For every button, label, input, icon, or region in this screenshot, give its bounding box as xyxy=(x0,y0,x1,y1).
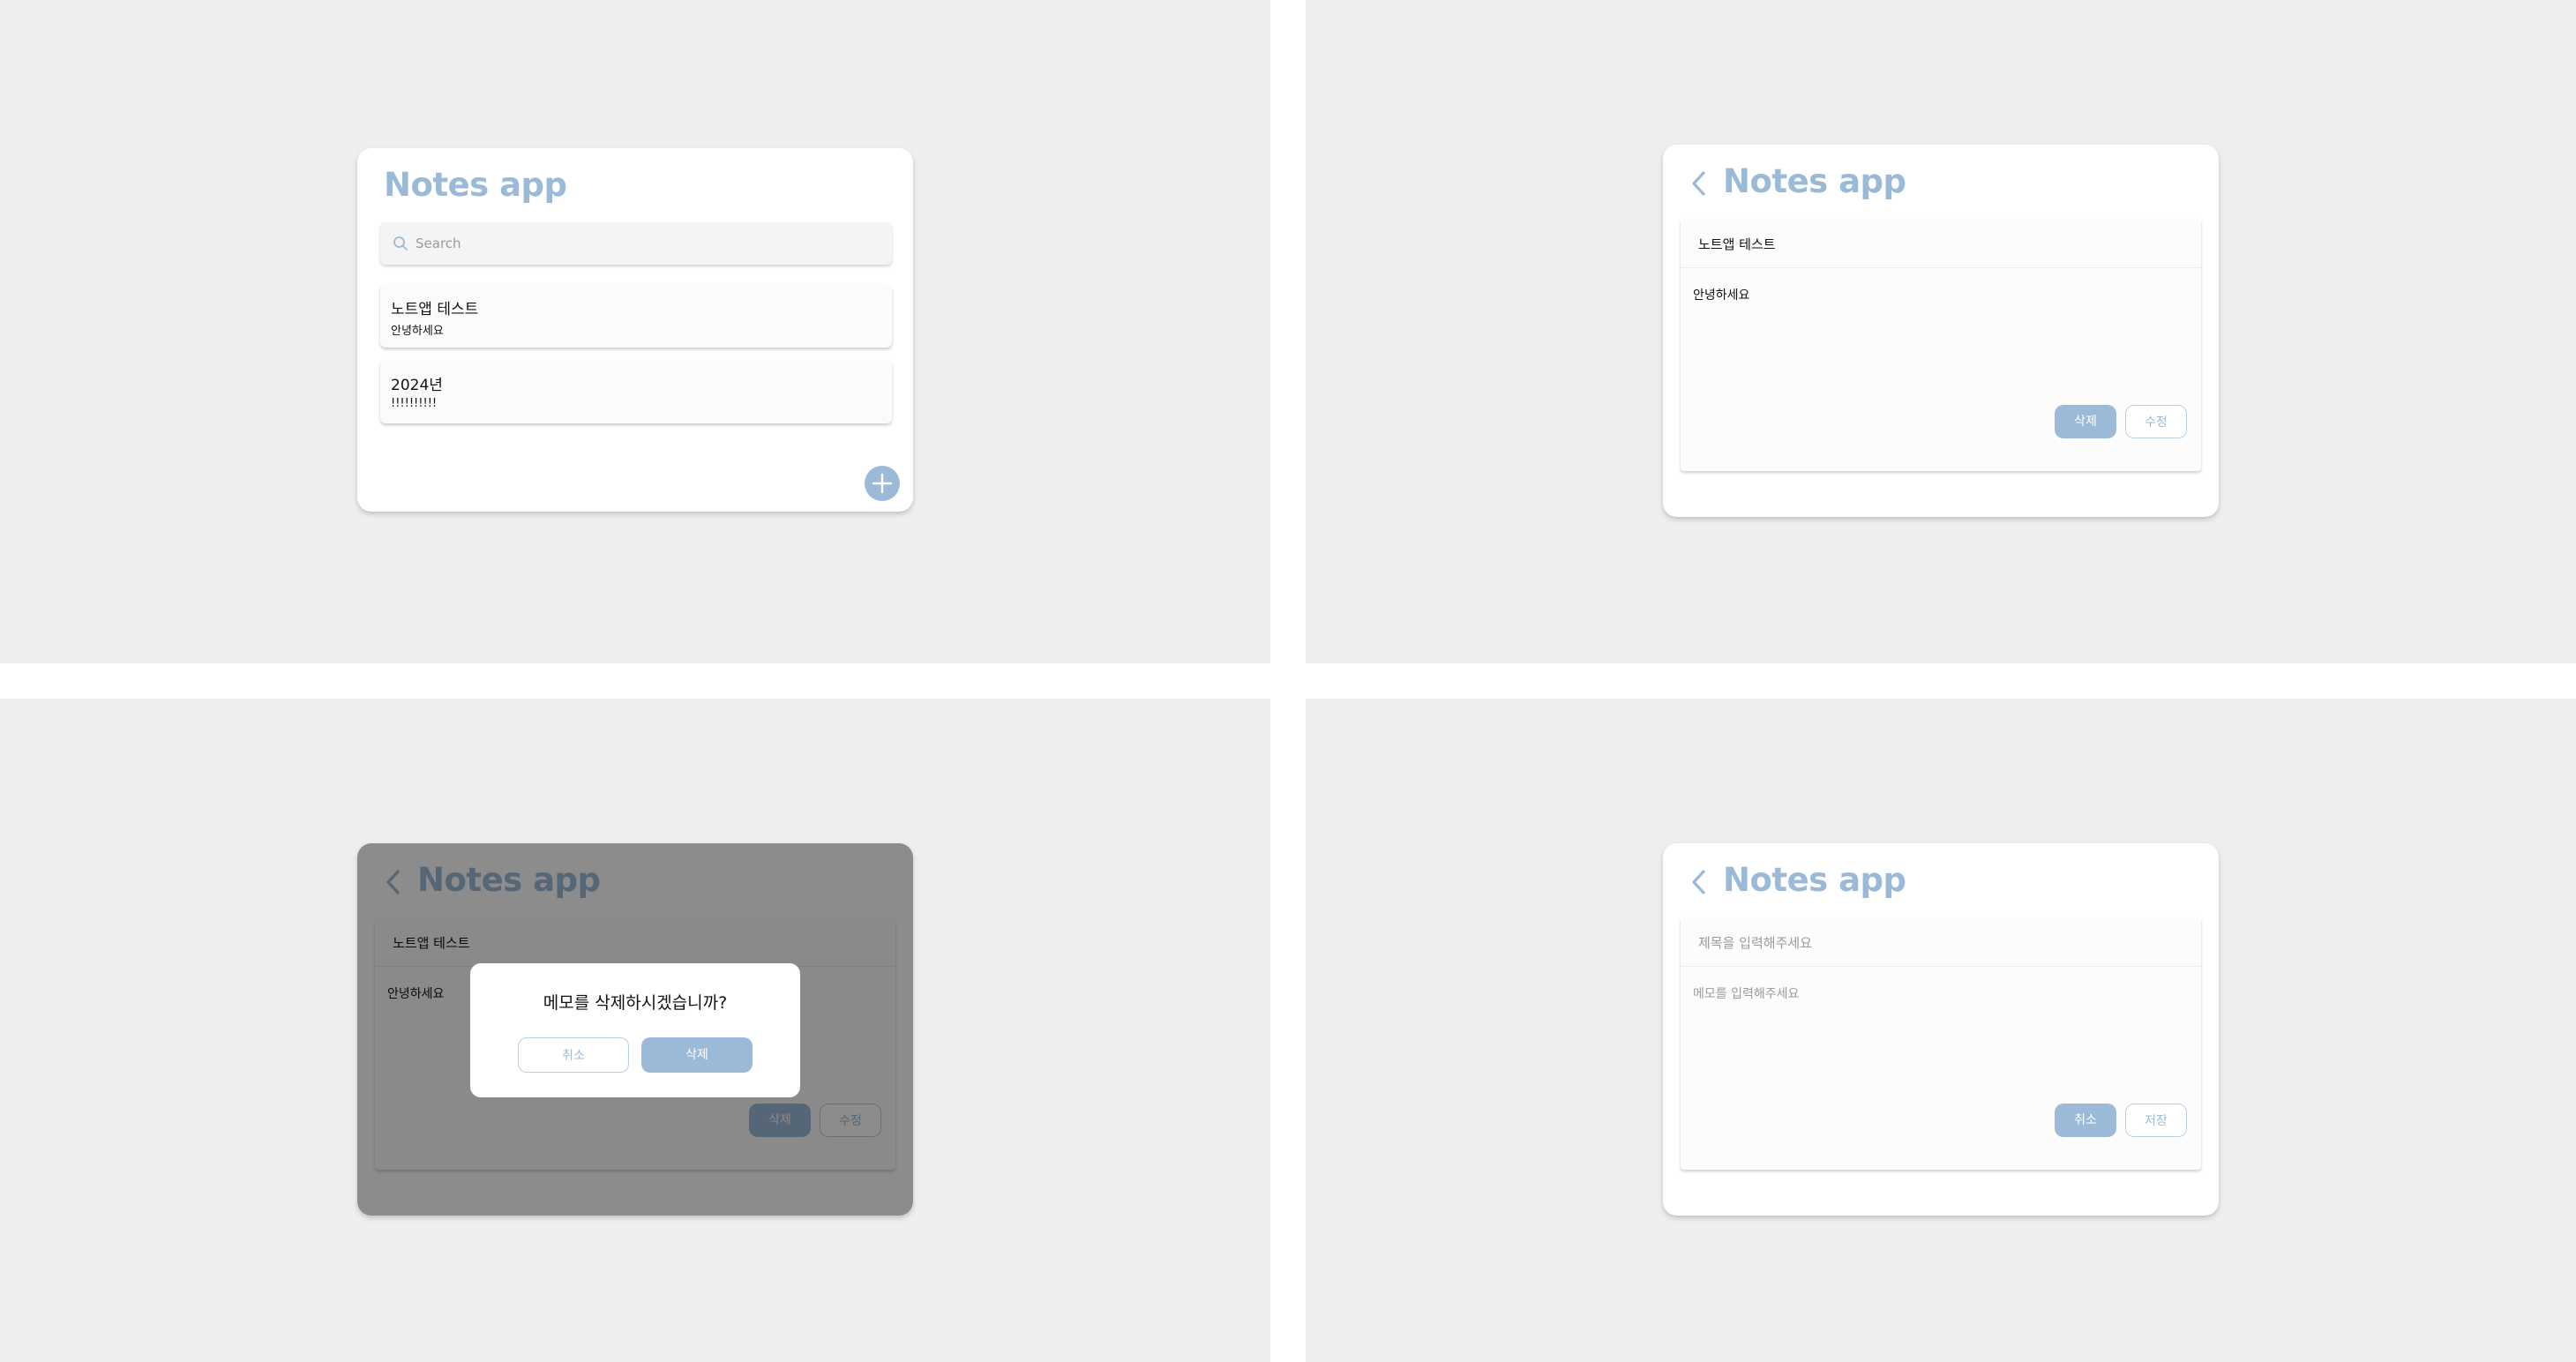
note-editor-card: Notes app 제목을 입력해주세요 메모를 입력해주세요 취소 저장 xyxy=(1663,843,2219,1216)
body-input[interactable]: 메모를 입력해주세요 xyxy=(1693,984,1799,1002)
search-bar[interactable] xyxy=(380,222,892,265)
notes-list-card: Notes app 노트앱 테스트 안녕하세요 2024년 !!!!!!!!!! xyxy=(357,148,913,512)
app-title: Notes app xyxy=(384,166,567,204)
note-detail-card: Notes app 노트앱 테스트 안녕하세요 삭제 수정 메모를 삭제하시겠습… xyxy=(357,843,913,1216)
save-button[interactable]: 저장 xyxy=(2125,1104,2187,1137)
note-editor-panel: 제목을 입력해주세요 메모를 입력해주세요 취소 저장 xyxy=(1681,917,2201,1170)
confirm-delete-button[interactable]: 삭제 xyxy=(641,1037,753,1073)
cancel-button[interactable]: 취소 xyxy=(2055,1104,2116,1137)
note-list-item[interactable]: 노트앱 테스트 안녕하세요 xyxy=(380,284,892,348)
title-input[interactable]: 제목을 입력해주세요 xyxy=(1698,933,1812,952)
detail-screen-panel: Notes app 노트앱 테스트 안녕하세요 삭제 수정 xyxy=(1306,0,2576,663)
confirm-message: 메모를 삭제하시겠습니까? xyxy=(543,993,728,1013)
note-title-row: 노트앱 테스트 xyxy=(1681,219,2201,268)
back-chevron-icon[interactable] xyxy=(1688,867,1711,897)
list-screen-panel: Notes app 노트앱 테스트 안녕하세요 2024년 !!!!!!!!!! xyxy=(0,0,1270,663)
note-title: 2024년 xyxy=(391,377,443,394)
create-screen-panel: Notes app 제목을 입력해주세요 메모를 입력해주세요 취소 저장 xyxy=(1306,699,2576,1362)
title-input-row: 제목을 입력해주세요 xyxy=(1681,917,2201,967)
note-preview: 안녕하세요 xyxy=(391,325,444,338)
plus-icon xyxy=(872,473,893,494)
note-preview: !!!!!!!!!! xyxy=(391,397,438,410)
edit-button[interactable]: 수정 xyxy=(2125,405,2187,438)
delete-button[interactable]: 삭제 xyxy=(2055,405,2116,438)
note-list-item[interactable]: 2024년 !!!!!!!!!! xyxy=(380,360,892,423)
note-detail-card: Notes app 노트앱 테스트 안녕하세요 삭제 수정 xyxy=(1663,145,2219,517)
note-body: 안녕하세요 xyxy=(1693,288,1750,303)
note-title: 노트앱 테스트 xyxy=(1698,236,1776,252)
back-chevron-icon[interactable] xyxy=(1688,168,1711,198)
search-input[interactable] xyxy=(416,231,874,256)
note-title: 노트앱 테스트 xyxy=(391,301,479,318)
app-title: Notes app xyxy=(1723,162,1906,200)
search-icon xyxy=(393,236,408,251)
confirm-dialog: 메모를 삭제하시겠습니까? 취소 삭제 xyxy=(470,963,800,1097)
add-note-button[interactable] xyxy=(865,466,900,501)
note-detail-panel: 노트앱 테스트 안녕하세요 삭제 수정 xyxy=(1681,219,2201,471)
delete-confirm-panel: Notes app 노트앱 테스트 안녕하세요 삭제 수정 메모를 삭제하시겠습… xyxy=(0,699,1270,1362)
cancel-button[interactable]: 취소 xyxy=(518,1037,629,1073)
app-title: Notes app xyxy=(1723,861,1906,899)
